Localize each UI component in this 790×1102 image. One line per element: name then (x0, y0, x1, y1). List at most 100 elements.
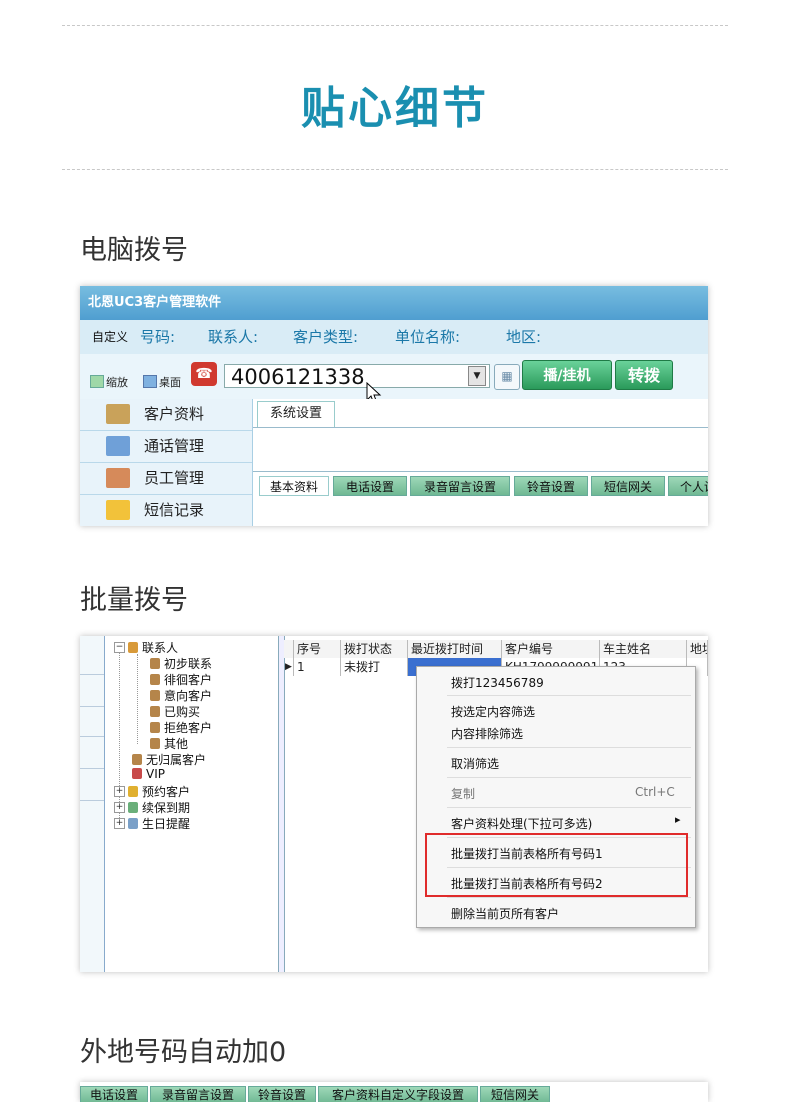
field-contact[interactable]: 联系人: (208, 320, 258, 354)
tree-label: 预约客户 (142, 785, 191, 799)
vip-icon (132, 768, 142, 779)
keypad-icon[interactable]: ▦ (494, 364, 520, 390)
field-customer-type[interactable]: 客户类型: (293, 320, 358, 354)
nav-label: 通话管理 (144, 437, 205, 455)
person-icon (150, 722, 160, 733)
tree-item-appointments[interactable]: 预约客户 (128, 783, 190, 800)
expand-icon[interactable]: + (114, 818, 125, 829)
grid-header[interactable]: 地址 (687, 640, 708, 658)
menu-separator (447, 777, 691, 778)
menu-item-cancel-filter[interactable]: 取消筛选 (451, 755, 499, 772)
tab-ringtone-settings[interactable]: 铃音设置 (248, 1086, 316, 1102)
tree-label: 已购买 (164, 705, 201, 719)
tree-root-contacts[interactable]: 联系人 (128, 639, 178, 656)
tab-custom-fields[interactable]: 客户资料自定义字段设置 (318, 1086, 478, 1102)
expand-icon[interactable]: + (114, 802, 125, 813)
field-company[interactable]: 单位名称: (395, 320, 460, 354)
settings-tabs-screenshot: 电话设置 录音留言设置 铃音设置 客户资料自定义字段设置 短信网关 (80, 1082, 708, 1102)
tree-item[interactable]: 徘徊客户 (150, 671, 212, 688)
pc-dial-screenshot: 北恩UC3客户管理软件 自定义 号码: 联系人: 客户类型: 单位名称: 地区:… (80, 286, 708, 526)
section-title-auto-prefix: 外地号码自动加0 (80, 1037, 287, 1068)
settings-subtabs: 基本资料 电话设置 录音留言设置 铃音设置 短信网关 个人设 (253, 471, 708, 526)
nav-label: 员工管理 (144, 469, 205, 487)
tree-label: 徘徊客户 (164, 673, 213, 687)
tree-connector (137, 654, 138, 744)
gutter-line (80, 736, 104, 737)
grid-header[interactable]: 客户编号 (502, 640, 600, 658)
menu-separator (447, 897, 691, 898)
tree-label: 生日提醒 (142, 817, 191, 831)
call-icon (106, 436, 130, 456)
subtab-ringtone[interactable]: 铃音设置 (514, 476, 588, 496)
zoom-icon (90, 375, 104, 388)
nav-label: 客户资料 (144, 405, 205, 423)
section-title-pc-dial: 电脑拨号 (80, 235, 188, 266)
grid-header[interactable]: 拨打状态 (341, 640, 408, 658)
tab-recording-settings[interactable]: 录音留言设置 (150, 1086, 246, 1102)
tab-sms-gateway[interactable]: 短信网关 (480, 1086, 550, 1102)
tab-underline (253, 427, 708, 428)
nav-item-calls[interactable]: 通话管理 (80, 431, 252, 463)
tree-item[interactable]: 初步联系 (150, 655, 212, 672)
tree-item-renewal[interactable]: 续保到期 (128, 799, 190, 816)
person-icon (150, 690, 160, 701)
birthday-icon (128, 818, 138, 829)
menu-item-customer-processing[interactable]: 客户资料处理(下拉可多选) (451, 815, 592, 832)
field-region[interactable]: 地区: (506, 320, 541, 354)
app-title-bar: 北恩UC3客户管理软件 (80, 286, 708, 320)
tree-item[interactable]: 拒绝客户 (150, 719, 212, 736)
grid-corner (284, 640, 294, 658)
grid-header[interactable]: 最近拨打时间 (408, 640, 502, 658)
subtab-basic[interactable]: 基本资料 (259, 476, 329, 496)
menu-item-dial[interactable]: 拨打123456789 (451, 674, 544, 691)
dial-hangup-button[interactable]: 播/挂机 (522, 360, 612, 390)
grid-cell[interactable]: 1 (294, 658, 341, 676)
expand-icon[interactable]: + (114, 786, 125, 797)
subtab-personal[interactable]: 个人设 (668, 476, 708, 496)
menu-item-filter-exclude[interactable]: 内容排除筛选 (451, 725, 523, 742)
grid-header[interactable]: 车主姓名 (600, 640, 687, 658)
subtab-phone[interactable]: 电话设置 (333, 476, 407, 496)
tree-item-birthday[interactable]: 生日提醒 (128, 815, 190, 832)
transfer-button[interactable]: 转拨 (615, 360, 673, 390)
telephone-icon[interactable]: ☎ (191, 362, 217, 386)
nav-item-customers[interactable]: 客户资料 (80, 399, 252, 431)
tree-item-unassigned[interactable]: 无归属客户 (132, 751, 206, 768)
tree-item-vip[interactable]: VIP (132, 767, 165, 781)
tree-item[interactable]: 其他 (150, 735, 188, 752)
tree-item[interactable]: 已购买 (150, 703, 200, 720)
people-icon (128, 642, 138, 653)
subtab-recording[interactable]: 录音留言设置 (410, 476, 510, 496)
section-title-batch-dial: 批量拨号 (80, 585, 188, 616)
dial-number-input[interactable]: 4006121338 (224, 364, 490, 389)
tree-label: 联系人 (142, 641, 179, 655)
nav-item-sms[interactable]: 短信记录 (80, 495, 252, 526)
tab-phone-settings[interactable]: 电话设置 (80, 1086, 148, 1102)
subtab-sms-gateway[interactable]: 短信网关 (591, 476, 665, 496)
field-phone[interactable]: 号码: (140, 320, 175, 354)
tree-label: 其他 (164, 737, 189, 751)
nav-item-staff[interactable]: 员工管理 (80, 463, 252, 495)
person-icon (132, 754, 142, 765)
zoom-option[interactable]: 缩放 (90, 374, 128, 390)
batch-dial-screenshot: − 联系人 初步联系 徘徊客户 意向客户 已购买 拒绝客户 其他 无归属客户 V… (80, 636, 708, 972)
search-bar: 自定义 号码: 联系人: 客户类型: 单位名称: 地区: (80, 320, 708, 354)
submenu-arrow-icon: ▸ (675, 813, 681, 826)
menu-separator (447, 695, 691, 696)
custom-label[interactable]: 自定义 (92, 320, 128, 354)
tab-system-settings[interactable]: 系统设置 (257, 401, 335, 428)
tree-item[interactable]: 意向客户 (150, 687, 212, 704)
gutter-line (80, 800, 104, 801)
tree-label: VIP (146, 767, 165, 781)
gutter-line (80, 768, 104, 769)
nav-label: 短信记录 (144, 501, 205, 519)
grid-header[interactable]: 序号 (294, 640, 341, 658)
desktop-option[interactable]: 桌面 (143, 374, 181, 390)
grid-cell[interactable]: 未拨打 (341, 658, 408, 676)
menu-item-delete-page[interactable]: 删除当前页所有客户 (451, 905, 559, 922)
collapse-icon[interactable]: − (114, 642, 125, 653)
tree-label: 续保到期 (142, 801, 191, 815)
menu-item-copy[interactable]: 复制 (451, 785, 475, 802)
menu-item-filter-selected[interactable]: 按选定内容筛选 (451, 703, 535, 720)
dropdown-arrow-icon[interactable]: ▼ (468, 366, 486, 386)
